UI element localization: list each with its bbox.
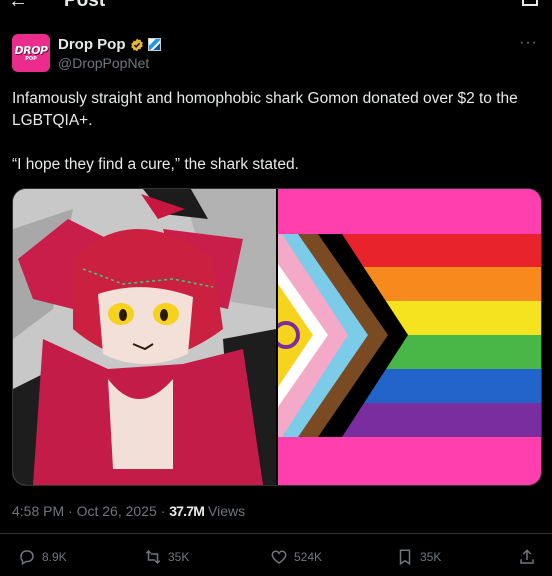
affiliation-badge-icon[interactable] (147, 38, 161, 51)
post-media (12, 188, 542, 486)
repost-count: 35K (168, 550, 190, 564)
views-count: 37.7M (169, 503, 205, 519)
progress-pride-flag-image[interactable] (272, 189, 541, 485)
views-label: Views (204, 503, 246, 519)
like-button[interactable]: 524K (270, 548, 322, 566)
top-bar: ← Post (0, 0, 552, 14)
display-name[interactable]: Drop Pop (58, 36, 126, 53)
name-row: Drop Pop (58, 36, 161, 53)
post-text-line: “I hope they find a cure,” the shark sta… (12, 156, 299, 173)
more-options-icon[interactable]: ··· (519, 34, 538, 52)
page-title: Post (64, 0, 106, 11)
share-icon (520, 549, 534, 564)
reply-count: 8.9K (42, 550, 67, 564)
repost-button[interactable]: 35K (144, 548, 189, 566)
like-count: 524K (294, 550, 323, 564)
bookmark-button[interactable]: 35K (396, 548, 441, 566)
author-handle[interactable]: @DropPopNet (58, 55, 149, 71)
post-meta: 4:58 PM · Oct 26, 2025 · 37.7M Views (12, 503, 245, 519)
reader-icon[interactable] (522, 0, 538, 6)
post-header: DROP POP Drop Pop @DropPopNet ··· (12, 34, 540, 78)
post-text: Infamously straight and homophobic shark… (12, 88, 532, 176)
repost-icon (145, 549, 161, 565)
timestamp[interactable]: 4:58 PM · Oct 26, 2025 · (12, 503, 169, 519)
bookmark-count: 35K (420, 550, 442, 564)
reply-button[interactable]: 8.9K (18, 548, 67, 566)
avatar[interactable]: DROP POP (12, 34, 50, 72)
shark-character-illustration (13, 189, 276, 485)
back-arrow-icon[interactable]: ← (8, 0, 28, 13)
heart-icon (271, 550, 287, 564)
bookmark-icon (399, 549, 411, 566)
verified-badge-icon (130, 38, 143, 51)
post-text-line: Infamously straight and homophobic shark… (12, 90, 518, 129)
shark-character-image[interactable] (13, 189, 278, 485)
progress-pride-flag-illustration (272, 189, 541, 485)
share-button[interactable] (518, 548, 536, 566)
divider (0, 533, 552, 534)
reply-icon (20, 550, 34, 566)
action-bar: 8.9K 35K 524K 35K (0, 548, 552, 572)
